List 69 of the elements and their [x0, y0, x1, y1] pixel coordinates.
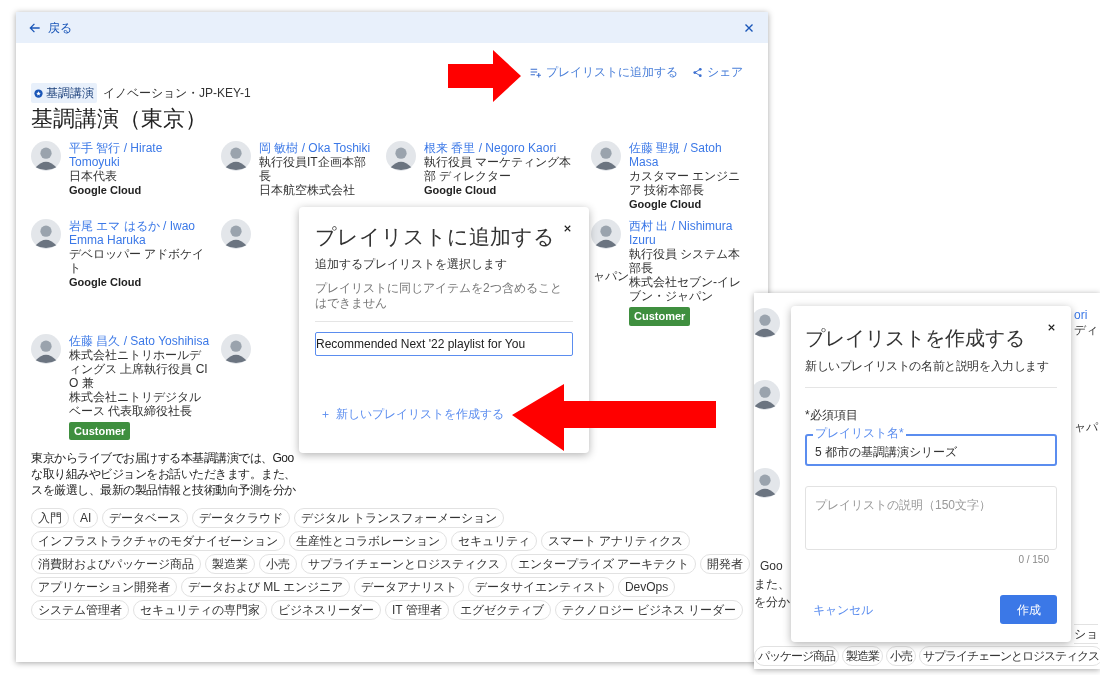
speaker-title: 株式会社ニトリホールディングス 上席執行役員 CIO 兼 [69, 347, 209, 390]
speaker-title: 株式会社セブン-イレブン・ジャパン [629, 275, 742, 303]
speaker-title: カスタマー エンジニア 技術本部長 [629, 169, 742, 197]
close-icon[interactable] [1046, 322, 1057, 333]
avatar [591, 219, 621, 249]
required-note: *必須項目 [805, 407, 858, 424]
dialog-subtitle: 新しいプレイリストの名前と説明を入力します [805, 358, 1049, 375]
speaker-name[interactable]: 佐藤 聖規 / Satoh Masa [629, 141, 743, 169]
plus-icon [321, 409, 330, 419]
field-label: プレイリスト名* [813, 426, 906, 440]
avatar [221, 219, 251, 249]
speaker-title: 執行役員 システム本部長 [629, 247, 742, 275]
create-button[interactable]: 作成 [1000, 595, 1057, 624]
add-to-playlist-button[interactable]: プレイリストに追加する [529, 63, 678, 81]
speaker-title: 執行役員IT企画本部長 [259, 155, 367, 183]
avatar [221, 141, 251, 171]
description-text: 東京からライブでお届けする本基調講演では、Goo [31, 450, 294, 466]
description-field[interactable]: プレイリストの説明（150文字） [805, 486, 1057, 550]
speaker-name[interactable]: 佐藤 昌久 / Sato Yoshihisa [69, 333, 210, 348]
speaker-title: デベロッパー アドボケイト [69, 247, 206, 275]
description-text: ャパ [1074, 419, 1098, 436]
company-name: Google Cloud [69, 275, 142, 289]
description-text: ディ [1074, 322, 1098, 339]
speaker-title: 日本航空株式会社 [259, 183, 355, 197]
share-icon [692, 66, 703, 78]
dialog-note: プレイリストに同じアイテムを2つ含めることはできません [315, 281, 563, 311]
dialog-title: プレイリストに追加する [315, 224, 555, 250]
page-title: 基調講演（東京） [31, 105, 207, 133]
speaker-title: ャパン [593, 269, 629, 283]
company-name: Google Cloud [424, 183, 497, 197]
avatar [31, 219, 61, 249]
speaker-name[interactable]: 西村 出 / Nishimura Izuru [629, 219, 743, 247]
speaker-name[interactable]: 平手 智行 / Hirate Tomoyuki [69, 141, 211, 169]
company-name: Google Cloud [629, 197, 702, 211]
playlist-option[interactable]: Recommended Next '22 playlist for You [315, 332, 573, 356]
speaker-title: 日本代表 [69, 169, 117, 183]
topic-tag[interactable]: ショ [1074, 624, 1098, 644]
avatar [591, 141, 621, 171]
star-icon [34, 88, 43, 98]
character-counter: 0 / 150 [1018, 553, 1049, 567]
customer-badge: Customer [69, 421, 131, 440]
back-link[interactable]: 戻る [28, 18, 72, 37]
company-name: Google Cloud [69, 183, 142, 197]
avatar [754, 468, 780, 498]
close-icon[interactable] [562, 223, 573, 234]
avatar [754, 380, 780, 410]
share-button[interactable]: シェア [692, 63, 743, 81]
speaker-name[interactable]: 根来 香里 / Negoro Kaori [424, 141, 557, 155]
avatar [754, 308, 780, 338]
description-text: Goo [760, 558, 783, 575]
avatar [31, 141, 61, 171]
speaker-name[interactable]: ori [1074, 306, 1088, 324]
dialog-title: プレイリストを作成する [805, 326, 1025, 351]
speaker-title: 執行役員 マーケティング本部 ディレクター [424, 155, 573, 183]
avatar [31, 333, 61, 364]
category-badge: 基調講演 [31, 83, 97, 103]
description-text: スを厳選し、最新の製品情報と技術動向予測を分か [31, 482, 296, 498]
avatar [386, 141, 416, 171]
speaker-title: 株式会社ニトリデジタルベース 代表取締役社長 [69, 389, 202, 418]
description-text: を分か [754, 594, 790, 611]
customer-badge: Customer [629, 307, 691, 326]
description-text: な取り組みやビジョンをお話いただきます。また、 [31, 466, 296, 482]
avatar [221, 333, 251, 364]
speaker-name[interactable]: 岩尾 エマ はるか / Iwao Emma Haruka [69, 219, 211, 247]
breadcrumb: イノベーション・JP-KEY-1 [103, 85, 251, 102]
description-text: また、 [754, 576, 790, 593]
dialog-subtitle: 追加するプレイリストを選択します [315, 256, 507, 273]
topic-tag[interactable]: サプライチェーンとロジスティクス [301, 554, 507, 574]
speaker-name[interactable]: 岡 敏樹 / Oka Toshiki [259, 141, 371, 155]
